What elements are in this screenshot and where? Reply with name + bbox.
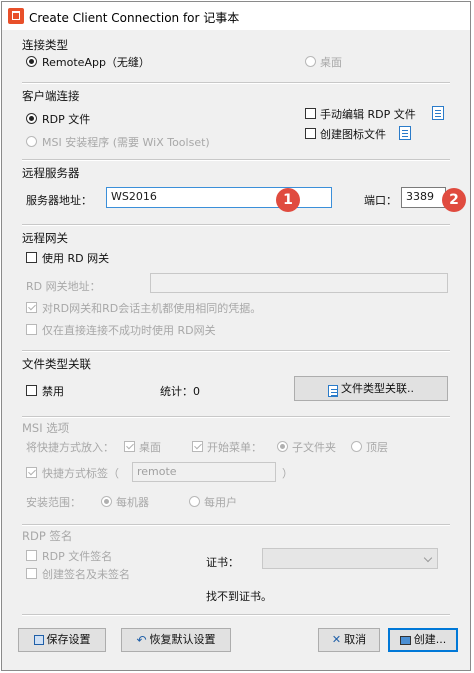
create-sign-label[interactable]: 创建签名及未签名 [42,566,130,582]
cancel-button[interactable]: ✕ 取消 [318,628,380,652]
create-sign-checkbox[interactable] [26,568,37,579]
divider [22,82,450,84]
file-assoc-heading: 文件类型关联 [22,357,91,371]
start-menu-checkbox[interactable] [192,441,203,452]
subfolder-label[interactable]: 子文件夹 [292,439,336,455]
port-input[interactable]: 3389 [401,187,446,208]
use-rd-gateway-label[interactable]: 使用 RD 网关 [42,250,109,266]
window-title: Create Client Connection for 记事本 [29,11,240,25]
stats-text: 统计：0 [160,385,200,398]
computer-icon [399,635,411,645]
disable-label[interactable]: 禁用 [42,383,64,399]
file-assoc-button[interactable]: 文件类型关联.. [294,376,448,401]
shortcut-tag-checkbox[interactable] [26,467,37,478]
desktop-label[interactable]: 桌面 [320,54,342,70]
shortcut-put-label: 将快捷方式放入： [26,441,114,454]
edit-rdp-icon[interactable] [432,106,444,120]
save-icon [33,635,44,645]
dialog-window: Create Client Connection for 记事本 连接类型 Re… [1,1,471,671]
only-on-fail-label[interactable]: 仅在直接连接不成功时使用 RD网关 [42,322,216,338]
close-icon: ✕ [331,633,342,646]
divider [22,524,450,526]
sign-rdp-checkbox[interactable] [26,550,37,561]
title-bar: Create Client Connection for 记事本 [2,2,470,30]
top-level-label[interactable]: 顶层 [366,439,388,455]
restore-defaults-button[interactable]: ↶ 恢复默认设置 [121,628,231,652]
file-assoc-button-label: 文件类型关联.. [341,382,414,395]
divider [22,159,450,161]
callout-badge-1: 1 [276,188,300,212]
shortcut-tag-label[interactable]: 快捷方式标签（ [42,465,119,481]
create-label: 创建... [413,633,447,646]
remote-gateway-heading: 远程网关 [22,231,68,245]
rd-gateway-address-label: RD 网关地址： [26,280,101,293]
rdp-file-radio[interactable] [26,113,37,124]
certificate-select[interactable] [262,548,438,569]
shortcut-tag-close: ） [282,467,293,480]
shortcut-tag-input[interactable]: remote [132,462,276,482]
msi-label[interactable]: MSI 安装程序 (需要 WiX Toolset) [42,134,210,150]
port-label: 端口： [364,194,397,207]
restore-defaults-label: 恢复默认设置 [149,633,216,646]
per-machine-radio[interactable] [101,496,112,507]
msi-radio[interactable] [26,136,37,147]
divider [22,350,450,352]
divider [22,416,450,418]
client-connection-heading: 客户端连接 [22,89,80,103]
rd-gateway-address-input[interactable] [150,273,448,293]
only-on-fail-checkbox[interactable] [26,324,37,335]
subfolder-radio[interactable] [277,441,288,452]
edit-doc-icon [328,385,338,397]
shortcut-desktop-checkbox[interactable] [124,441,135,452]
save-settings-label: 保存设置 [46,633,91,646]
divider [22,614,450,616]
create-icon-label[interactable]: 创建图标文件 [320,126,386,142]
same-credentials-label[interactable]: 对RD网关和RD会话主机都使用相同的凭据。 [42,300,261,316]
chevron-down-icon [423,553,433,563]
msi-options-heading: MSI 选项 [22,421,70,435]
callout-badge-2: 2 [442,188,466,212]
sign-rdp-label[interactable]: RDP 文件签名 [42,548,112,564]
use-rd-gateway-checkbox[interactable] [26,252,37,263]
per-user-radio[interactable] [189,496,200,507]
app-icon [8,8,24,24]
remote-server-heading: 远程服务器 [22,166,80,180]
desktop-radio[interactable] [305,56,316,67]
remoteapp-label[interactable]: RemoteApp（无缝） [42,54,150,70]
create-button[interactable]: 创建... [388,628,458,652]
manual-edit-label[interactable]: 手动编辑 RDP 文件 [320,106,416,122]
undo-icon: ↶ [136,633,147,647]
rdp-file-label[interactable]: RDP 文件 [42,111,90,127]
per-machine-label[interactable]: 每机器 [116,494,149,510]
no-certificate-text: 找不到证书。 [206,590,272,603]
remoteapp-radio[interactable] [26,56,37,67]
per-user-label[interactable]: 每用户 [204,494,237,510]
rdp-sign-heading: RDP 签名 [22,529,73,543]
shortcut-desktop-label[interactable]: 桌面 [139,439,161,455]
top-level-radio[interactable] [351,441,362,452]
divider [22,224,450,226]
server-address-label: 服务器地址： [26,194,92,207]
certificate-label: 证书： [206,556,239,569]
start-menu-label[interactable]: 开始菜单： [207,439,262,455]
image-icon[interactable] [399,126,411,140]
connection-type-heading: 连接类型 [22,38,68,52]
disable-checkbox[interactable] [26,385,37,396]
save-settings-button[interactable]: 保存设置 [18,628,106,652]
cancel-label: 取消 [344,633,367,646]
create-icon-checkbox[interactable] [305,128,316,139]
same-credentials-checkbox[interactable] [26,302,37,313]
install-scope-label: 安装范围： [26,496,81,509]
manual-edit-checkbox[interactable] [305,108,316,119]
